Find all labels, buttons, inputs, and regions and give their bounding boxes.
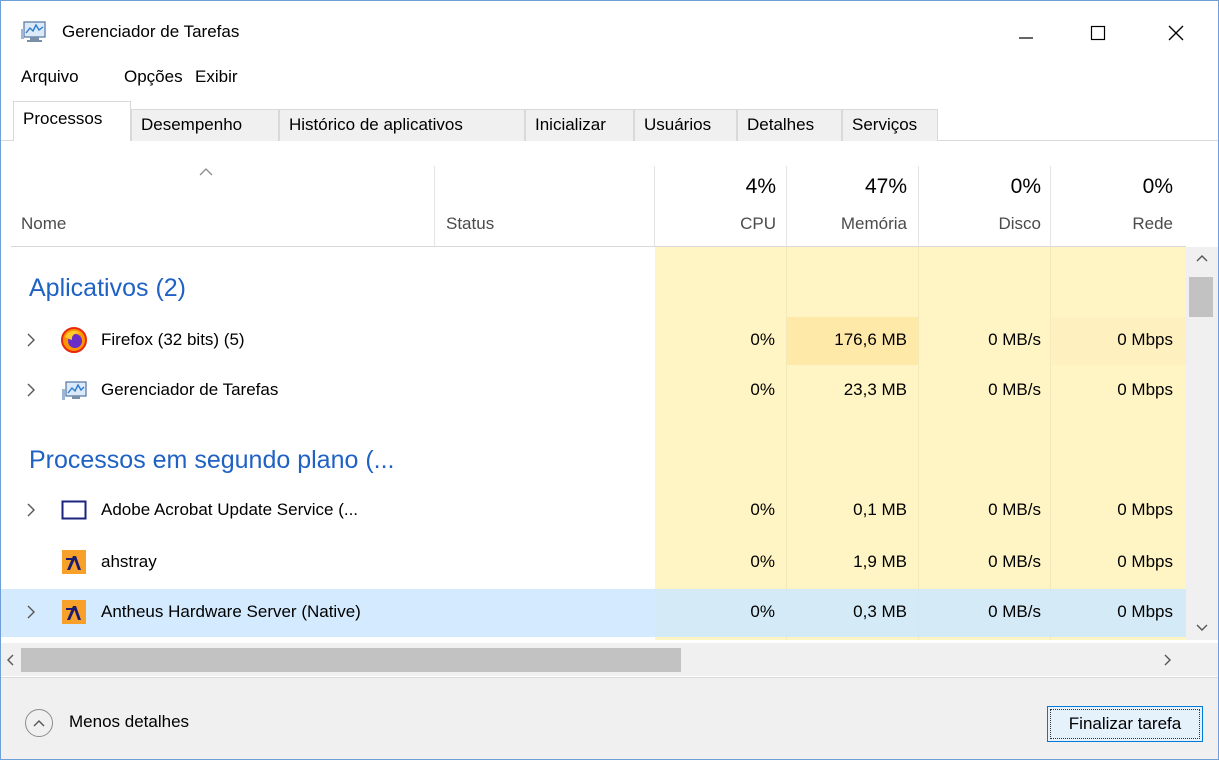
window-frame-icon bbox=[61, 500, 87, 520]
network-value: 0 Mbps bbox=[1117, 380, 1173, 399]
end-task-button[interactable]: Finalizar tarefa bbox=[1047, 706, 1203, 742]
minimize-icon bbox=[1019, 37, 1033, 39]
memory-value: 23,3 MB bbox=[843, 380, 907, 399]
column-divider[interactable] bbox=[918, 166, 919, 246]
process-name: Antheus Hardware Server (Native) bbox=[101, 602, 361, 621]
table-row-selected[interactable]: Antheus Hardware Server (Native) 0% 0,3 … bbox=[1, 589, 1186, 637]
memory-value: 1,9 MB bbox=[853, 552, 907, 571]
chevron-right-icon[interactable] bbox=[25, 501, 37, 519]
scroll-down-icon[interactable] bbox=[1195, 623, 1209, 633]
antares-icon bbox=[62, 550, 86, 574]
process-name: Adobe Acrobat Update Service (... bbox=[101, 500, 359, 519]
title-bar: Gerenciador de Tarefas bbox=[1, 1, 1218, 61]
footer: Menos detalhes Finalizar tarefa bbox=[1, 677, 1218, 759]
column-divider[interactable] bbox=[434, 166, 435, 246]
column-header-disk[interactable]: Disco bbox=[919, 214, 1041, 234]
memory-value: 0,1 MB bbox=[853, 500, 907, 519]
sort-ascending-icon bbox=[199, 168, 213, 176]
disk-value: 0 MB/s bbox=[988, 602, 1041, 621]
memory-total-percent[interactable]: 47% bbox=[787, 175, 907, 199]
minimize-button[interactable] bbox=[1001, 11, 1051, 55]
horizontal-scroll-thumb[interactable] bbox=[21, 648, 681, 672]
focus-outline bbox=[1050, 709, 1200, 739]
column-header-memory[interactable]: Memória bbox=[787, 214, 907, 234]
network-value: 0 Mbps bbox=[1117, 330, 1173, 349]
memory-value: 0,3 MB bbox=[853, 602, 907, 621]
cpu-value: 0% bbox=[750, 602, 775, 621]
scroll-left-icon[interactable] bbox=[5, 653, 15, 667]
vertical-scrollbar[interactable] bbox=[1186, 247, 1218, 640]
column-divider[interactable] bbox=[654, 166, 655, 246]
process-name: ahstray bbox=[101, 552, 157, 571]
close-button[interactable] bbox=[1151, 11, 1201, 55]
scrollbar-corner bbox=[1186, 643, 1218, 676]
task-manager-icon bbox=[21, 21, 46, 42]
column-header-cpu[interactable]: CPU bbox=[656, 214, 776, 234]
close-icon bbox=[1168, 25, 1184, 41]
table-row[interactable]: Firefox (32 bits) (5) 0% 176,6 MB 0 MB/s… bbox=[1, 317, 1186, 365]
vertical-scroll-thumb[interactable] bbox=[1189, 277, 1213, 317]
cpu-value: 0% bbox=[750, 500, 775, 519]
menu-exibir[interactable]: Exibir bbox=[195, 66, 238, 88]
tab-processos[interactable]: Processos bbox=[13, 101, 131, 141]
process-list: Aplicativos (2) Firefox (32 bits) (5) 0%… bbox=[1, 247, 1186, 640]
cpu-value: 0% bbox=[750, 330, 775, 349]
network-value: 0 Mbps bbox=[1117, 500, 1173, 519]
table-row[interactable]: Gerenciador de Tarefas 0% 23,3 MB 0 MB/s… bbox=[1, 367, 1186, 415]
column-header-name[interactable]: Nome bbox=[21, 214, 66, 234]
tab-inicializar[interactable]: Inicializar bbox=[525, 109, 634, 141]
tab-usuarios[interactable]: Usuários bbox=[634, 109, 737, 141]
horizontal-scrollbar[interactable] bbox=[1, 643, 1186, 676]
scroll-right-icon[interactable] bbox=[1163, 653, 1173, 667]
table-row[interactable]: ahstray 0% 1,9 MB 0 MB/s 0 Mbps bbox=[1, 539, 1186, 587]
disk-value: 0 MB/s bbox=[988, 500, 1041, 519]
group-title: Aplicativos (2) bbox=[29, 274, 186, 302]
memory-value: 176,6 MB bbox=[834, 330, 907, 349]
chevron-right-icon[interactable] bbox=[25, 331, 37, 349]
chevron-right-icon[interactable] bbox=[25, 603, 37, 621]
tab-detalhes[interactable]: Detalhes bbox=[737, 109, 842, 141]
menu-bar: Arquivo Opções Exibir bbox=[1, 63, 1218, 91]
chevron-up-icon bbox=[33, 720, 45, 727]
column-header-status[interactable]: Status bbox=[446, 214, 494, 234]
task-manager-window: Gerenciador de Tarefas Arquivo Opções Ex… bbox=[0, 0, 1219, 760]
tab-servicos[interactable]: Serviços bbox=[842, 109, 938, 141]
process-name: Firefox (32 bits) (5) bbox=[101, 330, 245, 349]
menu-arquivo[interactable]: Arquivo bbox=[21, 66, 79, 88]
column-divider[interactable] bbox=[1050, 166, 1051, 246]
chevron-right-icon[interactable] bbox=[25, 381, 37, 399]
network-value: 0 Mbps bbox=[1117, 602, 1173, 621]
firefox-icon bbox=[61, 327, 87, 353]
maximize-icon bbox=[1090, 25, 1106, 41]
tab-desempenho[interactable]: Desempenho bbox=[131, 109, 279, 141]
group-header-apps: Aplicativos (2) bbox=[1, 265, 1186, 313]
window-title: Gerenciador de Tarefas bbox=[62, 22, 240, 41]
disk-value: 0 MB/s bbox=[988, 330, 1041, 349]
maximize-button[interactable] bbox=[1073, 11, 1123, 55]
group-header-background: Processos em segundo plano (... bbox=[1, 437, 1186, 485]
cpu-value: 0% bbox=[750, 380, 775, 399]
disk-total-percent[interactable]: 0% bbox=[919, 175, 1041, 199]
column-header-network[interactable]: Rede bbox=[1051, 214, 1173, 234]
network-total-percent[interactable]: 0% bbox=[1051, 175, 1173, 199]
less-details-label[interactable]: Menos detalhes bbox=[69, 712, 189, 732]
antares-icon bbox=[62, 600, 86, 624]
disk-value: 0 MB/s bbox=[988, 552, 1041, 571]
process-name: Gerenciador de Tarefas bbox=[101, 380, 279, 399]
less-details-button[interactable] bbox=[25, 709, 53, 737]
column-divider[interactable] bbox=[786, 166, 787, 246]
network-value: 0 Mbps bbox=[1117, 552, 1173, 571]
scroll-up-icon[interactable] bbox=[1195, 253, 1209, 263]
group-title: Processos em segundo plano (... bbox=[29, 446, 395, 474]
disk-value: 0 MB/s bbox=[988, 380, 1041, 399]
table-row[interactable]: Adobe Acrobat Update Service (... 0% 0,1… bbox=[1, 487, 1186, 535]
task-manager-icon bbox=[62, 381, 87, 400]
tab-historico[interactable]: Histórico de aplicativos bbox=[279, 109, 525, 141]
cpu-total-percent[interactable]: 4% bbox=[656, 175, 776, 199]
cpu-value: 0% bbox=[750, 552, 775, 571]
menu-opcoes[interactable]: Opções bbox=[124, 66, 183, 88]
